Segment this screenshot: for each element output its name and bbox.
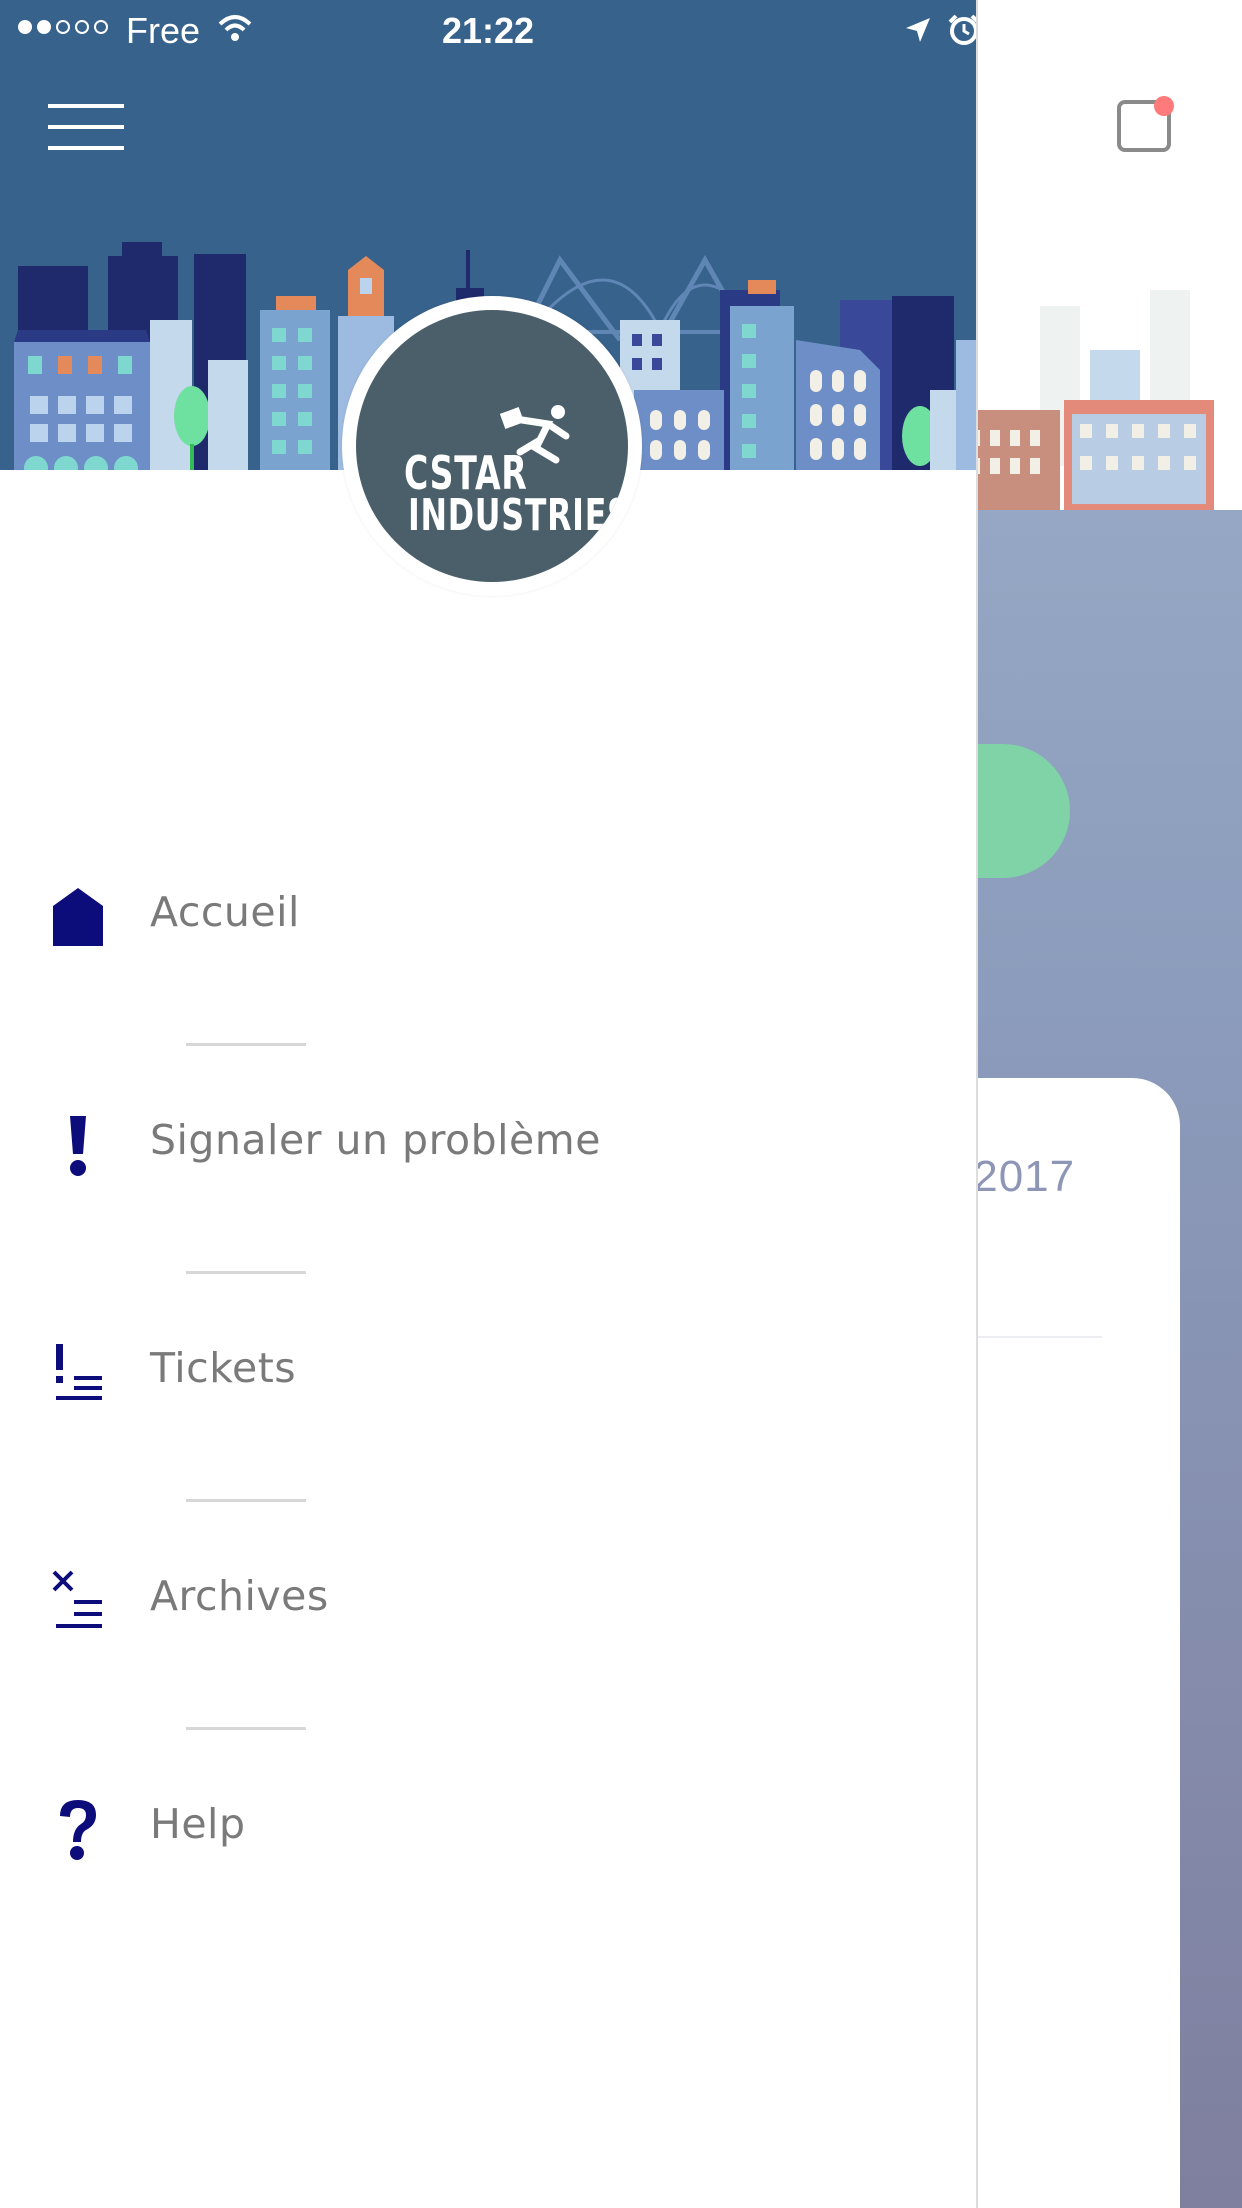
- status-time: 21:22: [441, 10, 535, 51]
- menu-item-label: Accueil: [150, 888, 300, 936]
- archives-list-icon: [52, 1570, 102, 1628]
- menu-item-archives[interactable]: Archives: [0, 1542, 976, 1662]
- alarm-icon: [948, 14, 976, 45]
- question-icon: [60, 1800, 96, 1860]
- home-icon: [53, 888, 103, 946]
- logo-text-line2: INDUSTRIES: [408, 490, 628, 541]
- hamburger-bar: [48, 125, 124, 129]
- location-arrow-icon: [906, 18, 930, 42]
- menu-divider: [186, 1043, 306, 1046]
- menu-item-label: Archives: [150, 1572, 329, 1620]
- menu-item-help[interactable]: Help: [0, 1770, 976, 1890]
- app-screen: /2017 Free 21:22 CSTAR INDUSTRIES Accuei…: [0, 0, 1242, 2208]
- menu-item-label: Tickets: [150, 1344, 297, 1392]
- menu-divider: [186, 1727, 306, 1730]
- menu-item-tickets[interactable]: Tickets: [0, 1314, 976, 1434]
- hamburger-bar: [48, 104, 124, 108]
- menu-item-label: Help: [150, 1800, 246, 1848]
- menu-item-accueil[interactable]: Accueil: [0, 858, 976, 978]
- hamburger-menu-button[interactable]: [48, 104, 124, 150]
- menu-item-label: Signaler un problème: [150, 1116, 601, 1164]
- tickets-list-icon: [56, 1344, 102, 1400]
- background-skyline-illustration: [960, 290, 1214, 510]
- hamburger-bar: [48, 146, 124, 150]
- side-drawer: Free 21:22 CSTAR INDUSTRIES Accueil Sign…: [0, 0, 978, 2208]
- background-divider: [978, 1336, 1102, 1338]
- menu-item-signaler[interactable]: Signaler un problème: [0, 1086, 976, 1206]
- menu-divider: [186, 1271, 306, 1274]
- logo-circle: CSTAR INDUSTRIES: [356, 310, 628, 582]
- company-logo-avatar: CSTAR INDUSTRIES: [342, 296, 642, 596]
- status-bar: Free 21:22: [0, 0, 976, 60]
- exclamation-icon: [70, 1116, 86, 1176]
- notification-icon[interactable]: [1116, 96, 1174, 154]
- menu-divider: [186, 1499, 306, 1502]
